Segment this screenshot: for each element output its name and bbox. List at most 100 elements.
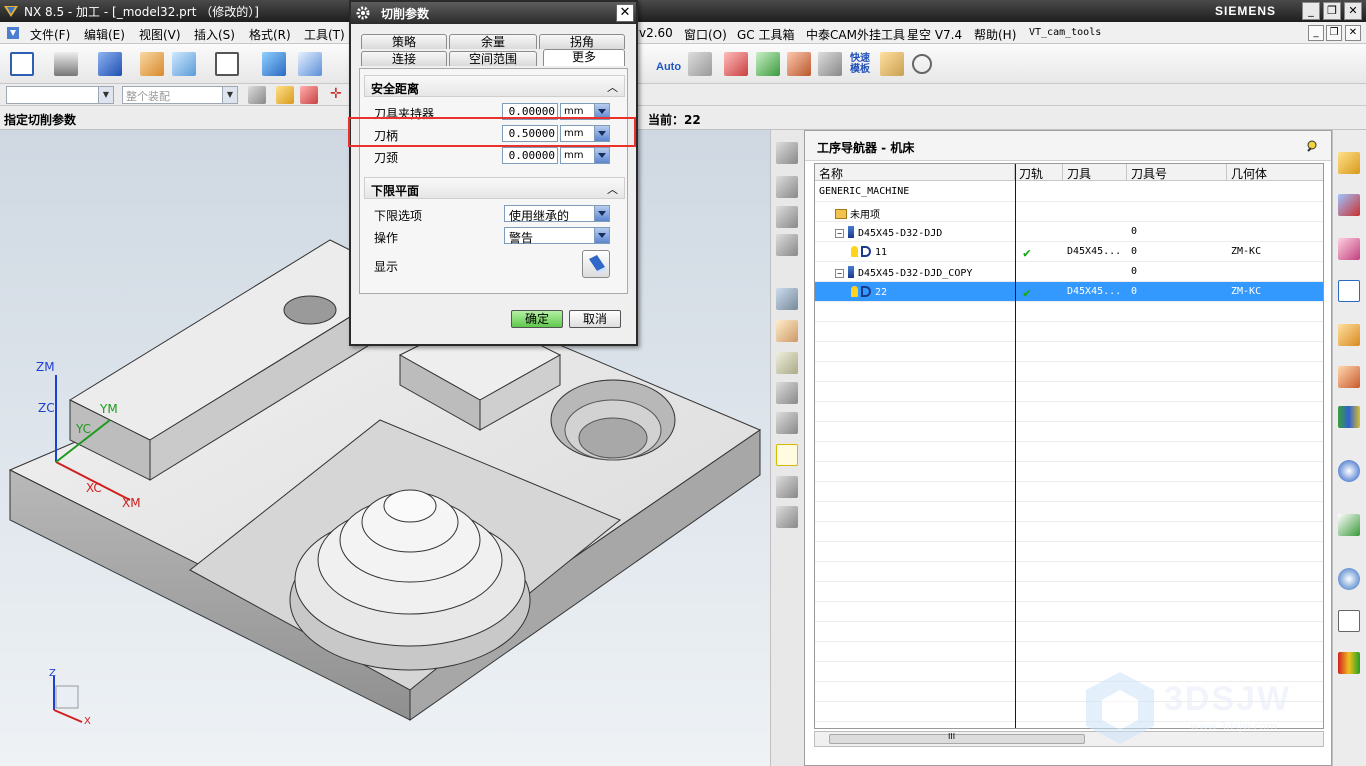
generate-toolpath-icon[interactable] xyxy=(776,288,798,310)
packaging-icon[interactable] xyxy=(880,52,904,76)
lower-limit-option-select[interactable]: 使用继承的 xyxy=(504,205,610,223)
column-header-geometry[interactable]: 几何体 xyxy=(1227,164,1323,181)
palette-icon[interactable] xyxy=(1338,652,1360,674)
menu-file[interactable]: 文件(F) xyxy=(30,26,70,43)
minimize-button[interactable]: _ xyxy=(1302,2,1320,20)
column-header-name[interactable]: 名称 xyxy=(815,164,1015,181)
column-header-tool[interactable]: 刀具 xyxy=(1063,164,1127,181)
info-icon[interactable] xyxy=(1338,460,1360,482)
mdi-restore-button[interactable]: ❐ xyxy=(1326,25,1342,41)
gc-sheet-icon[interactable] xyxy=(787,52,811,76)
menu-vt-cam-tools[interactable]: VT_cam_tools xyxy=(1029,27,1101,38)
roles-icon[interactable] xyxy=(1338,406,1360,428)
menu-edit[interactable]: 编辑(E) xyxy=(84,26,125,43)
postprocess-icon[interactable] xyxy=(776,412,798,434)
dialog-title-bar[interactable]: 切削参数 ✕ xyxy=(351,2,636,24)
table-row[interactable]: − D45X45-D32-DJD_COPY 0 xyxy=(815,262,1323,282)
tab-strategy[interactable]: 策略 xyxy=(361,34,447,49)
tab-corners[interactable]: 拐角 xyxy=(539,34,625,49)
mdi-minimize-button[interactable]: _ xyxy=(1308,25,1324,41)
tab-containment[interactable]: 空间范围 xyxy=(449,51,537,66)
menu-view[interactable]: 视图(V) xyxy=(139,26,181,43)
simulate-machine-icon[interactable] xyxy=(776,382,798,404)
menu-plugin-version[interactable]: v2.60 xyxy=(639,26,673,40)
operation-row[interactable]: 11 ✔ D45X45... 0 ZM-KC xyxy=(815,242,1323,262)
menu-window[interactable]: 窗口(O) xyxy=(684,26,727,43)
dialog-close-button[interactable]: ✕ xyxy=(616,4,634,22)
type-filter-combo[interactable]: ▼ xyxy=(6,86,114,104)
method-view-icon[interactable] xyxy=(776,234,798,256)
snap-point-icon[interactable] xyxy=(300,86,318,104)
assembly-navigator-icon[interactable] xyxy=(1338,152,1360,174)
expand-icon[interactable]: − xyxy=(835,229,844,238)
select-all-icon[interactable] xyxy=(276,86,294,104)
constraint-navigator-icon[interactable] xyxy=(1338,194,1360,216)
group-lower-limit-plane[interactable]: 下限平面 ︿ xyxy=(364,177,625,199)
output-cls-icon[interactable] xyxy=(776,506,798,528)
cancel-button[interactable]: 取消 xyxy=(569,310,621,328)
assembly-scope-combo[interactable]: 整个装配 ▼ xyxy=(122,86,238,104)
move-object-icon[interactable] xyxy=(298,52,322,76)
gc-tool-icon[interactable] xyxy=(724,52,748,76)
navigator-table[interactable]: 名称 刀轨 刀具 刀具号 几何体 GENERIC_MACHINE 未用项 − D45X… xyxy=(814,163,1324,729)
quick-template-button[interactable]: 快速 模板 xyxy=(848,52,872,76)
tab-more[interactable]: 更多 xyxy=(543,49,625,66)
part-navigator-icon[interactable] xyxy=(1338,238,1360,260)
tab-stock[interactable]: 余量 xyxy=(449,34,537,49)
machine-tool-view-icon[interactable] xyxy=(776,176,798,198)
menu-insert[interactable]: 插入(S) xyxy=(194,26,235,43)
restore-button[interactable]: ❐ xyxy=(1323,2,1341,20)
menu-gc-toolbox[interactable]: GC 工具箱 xyxy=(737,26,795,43)
display-button[interactable] xyxy=(582,250,610,278)
clock-icon[interactable] xyxy=(1338,568,1360,590)
expand-icon[interactable]: − xyxy=(835,269,844,278)
verify-toolpath-icon[interactable] xyxy=(776,352,798,374)
shaded-cube-icon[interactable] xyxy=(98,52,122,76)
auto-button[interactable]: Auto xyxy=(656,52,681,76)
menu-zhongtai-cam[interactable]: 中泰CAM外挂工具 xyxy=(806,26,905,43)
operation-row[interactable]: 22 ✔ D45X45... 0 ZM-KC xyxy=(815,282,1323,302)
layer-icon[interactable] xyxy=(140,52,164,76)
background-icon[interactable] xyxy=(215,52,239,76)
pin-icon[interactable] xyxy=(1305,139,1319,153)
operation-navigator-tab-icon[interactable] xyxy=(1338,280,1360,302)
group-safety-clearance[interactable]: 安全距离 ︿ xyxy=(364,75,625,97)
menu-format[interactable]: 格式(R) xyxy=(249,26,291,43)
close-window-button[interactable]: ✕ xyxy=(1344,2,1362,20)
start-icon[interactable] xyxy=(6,26,20,40)
table-row[interactable]: GENERIC_MACHINE xyxy=(815,182,1323,202)
section-view-icon[interactable] xyxy=(172,52,196,76)
menu-help[interactable]: 帮助(H) xyxy=(974,26,1016,43)
ok-button[interactable]: 确定 xyxy=(511,310,563,328)
render-style-icon[interactable] xyxy=(54,52,78,76)
action-select[interactable]: 警告 xyxy=(504,227,610,245)
program-order-view-icon[interactable] xyxy=(776,142,798,164)
selection-filter-icon[interactable] xyxy=(248,86,266,104)
column-header-tool-number[interactable]: 刀具号 xyxy=(1127,164,1227,181)
column-header-toolpath[interactable]: 刀轨 xyxy=(1015,164,1063,181)
machine-tool-navigator-icon[interactable] xyxy=(1338,324,1360,346)
neck-unit-select[interactable]: mm xyxy=(560,147,610,164)
mdi-close-button[interactable]: ✕ xyxy=(1345,25,1361,41)
gc-table-icon[interactable] xyxy=(756,52,780,76)
system-materials-icon[interactable] xyxy=(1338,610,1360,632)
fit-view-icon[interactable] xyxy=(10,52,34,76)
collapse-icon[interactable]: ︿ xyxy=(607,79,618,95)
history-icon[interactable] xyxy=(1338,514,1360,536)
menu-xingkong[interactable]: 星空 V7.4 xyxy=(907,26,962,43)
collapse-icon[interactable]: ︿ xyxy=(607,181,618,197)
shop-docs-icon[interactable] xyxy=(776,444,798,466)
crosshair-icon[interactable]: ✛ xyxy=(330,86,348,104)
reuse-library-icon[interactable] xyxy=(1338,366,1360,388)
table-row[interactable]: 未用项 xyxy=(815,202,1323,222)
wcs-icon[interactable] xyxy=(262,52,286,76)
table-row[interactable]: − D45X45-D32-DJD 0 xyxy=(815,222,1323,242)
scrollbar-thumb[interactable]: III xyxy=(829,732,1085,744)
geometry-view-icon[interactable] xyxy=(776,206,798,228)
circle-tool-icon[interactable] xyxy=(912,54,932,74)
gc-list-icon[interactable] xyxy=(818,52,842,76)
menu-tools[interactable]: 工具(T) xyxy=(304,26,345,43)
neck-clearance-input[interactable]: 0.00000 xyxy=(502,147,558,164)
toolpath-icon[interactable] xyxy=(688,52,712,76)
replay-toolpath-icon[interactable] xyxy=(776,320,798,342)
